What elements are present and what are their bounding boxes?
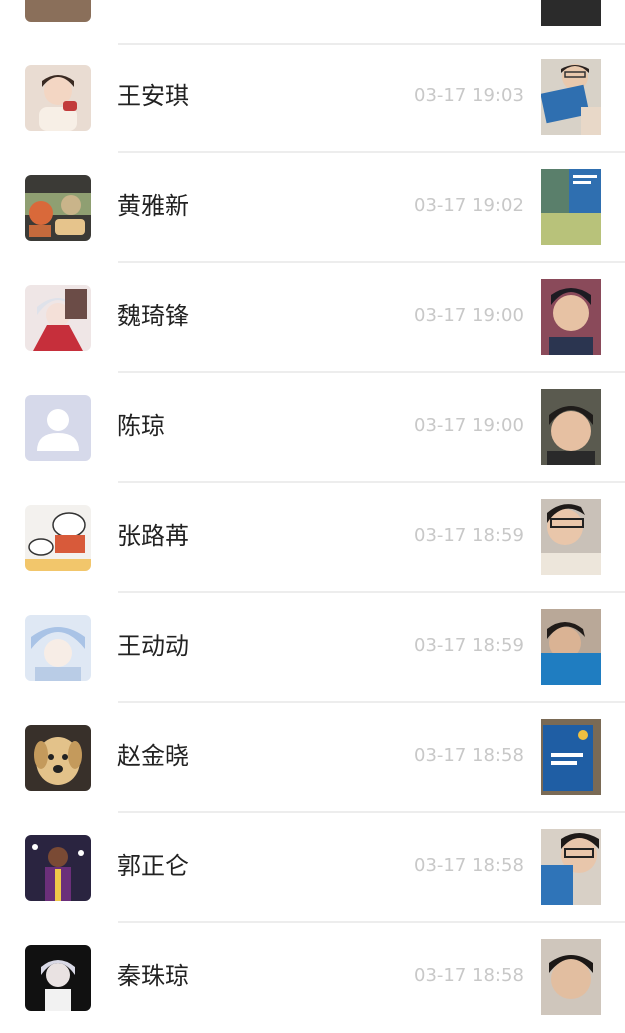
list-item[interactable]: 王动动 03-17 18:59	[0, 593, 625, 703]
list-item[interactable]: 陈琼 03-17 19:00	[0, 373, 625, 483]
photo-thumbnail[interactable]	[541, 279, 601, 355]
avatar[interactable]	[25, 615, 91, 681]
avatar[interactable]	[25, 65, 91, 131]
avatar[interactable]	[25, 945, 91, 1011]
avatar[interactable]	[25, 285, 91, 351]
list-item[interactable]: 魏琦锋 03-17 19:00	[0, 263, 625, 373]
contact-name: 郭正仑	[117, 852, 189, 880]
contact-name: 张路苒	[117, 522, 189, 550]
timestamp: 03-17 18:58	[414, 745, 524, 766]
list-item-partial[interactable]	[0, 0, 625, 45]
contact-name: 陈琼	[117, 412, 165, 440]
contact-name: 王安琪	[117, 82, 189, 110]
list-item[interactable]: 赵金晓 03-17 18:58	[0, 703, 625, 813]
photo-thumbnail[interactable]	[541, 169, 601, 245]
contact-name: 黄雅新	[117, 192, 189, 220]
contact-name: 魏琦锋	[117, 302, 189, 330]
list-item[interactable]: 郭正仑 03-17 18:58	[0, 813, 625, 923]
contact-name: 王动动	[117, 632, 189, 660]
avatar[interactable]	[25, 175, 91, 241]
photo-thumbnail[interactable]	[541, 829, 601, 905]
photo-thumbnail[interactable]	[541, 939, 601, 1015]
photo-thumbnail[interactable]	[541, 609, 601, 685]
list-item[interactable]: 张路苒 03-17 18:59	[0, 483, 625, 593]
photo-thumbnail[interactable]	[541, 499, 601, 575]
photo-thumbnail[interactable]	[541, 0, 601, 26]
contact-name: 秦珠琼	[117, 962, 189, 990]
avatar[interactable]	[25, 835, 91, 901]
photo-thumbnail[interactable]	[541, 719, 601, 795]
avatar[interactable]	[25, 505, 91, 571]
timestamp: 03-17 19:02	[414, 195, 524, 216]
photo-thumbnail[interactable]	[541, 59, 601, 135]
timestamp: 03-17 19:00	[414, 305, 524, 326]
timestamp: 03-17 18:59	[414, 525, 524, 546]
timestamp: 03-17 18:59	[414, 635, 524, 656]
photo-thumbnail[interactable]	[541, 389, 601, 465]
timestamp: 03-17 19:00	[414, 415, 524, 436]
timestamp: 03-17 18:58	[414, 855, 524, 876]
contact-name: 赵金晓	[117, 742, 189, 770]
avatar[interactable]	[25, 725, 91, 791]
list-item[interactable]: 王安琪 03-17 19:03	[0, 43, 625, 153]
list-item[interactable]: 秦珠琼 03-17 18:58	[0, 923, 625, 1033]
avatar	[25, 0, 91, 22]
list-item[interactable]: 黄雅新 03-17 19:02	[0, 153, 625, 263]
timestamp: 03-17 19:03	[414, 85, 524, 106]
timestamp: 03-17 18:58	[414, 965, 524, 986]
avatar[interactable]	[25, 395, 91, 461]
